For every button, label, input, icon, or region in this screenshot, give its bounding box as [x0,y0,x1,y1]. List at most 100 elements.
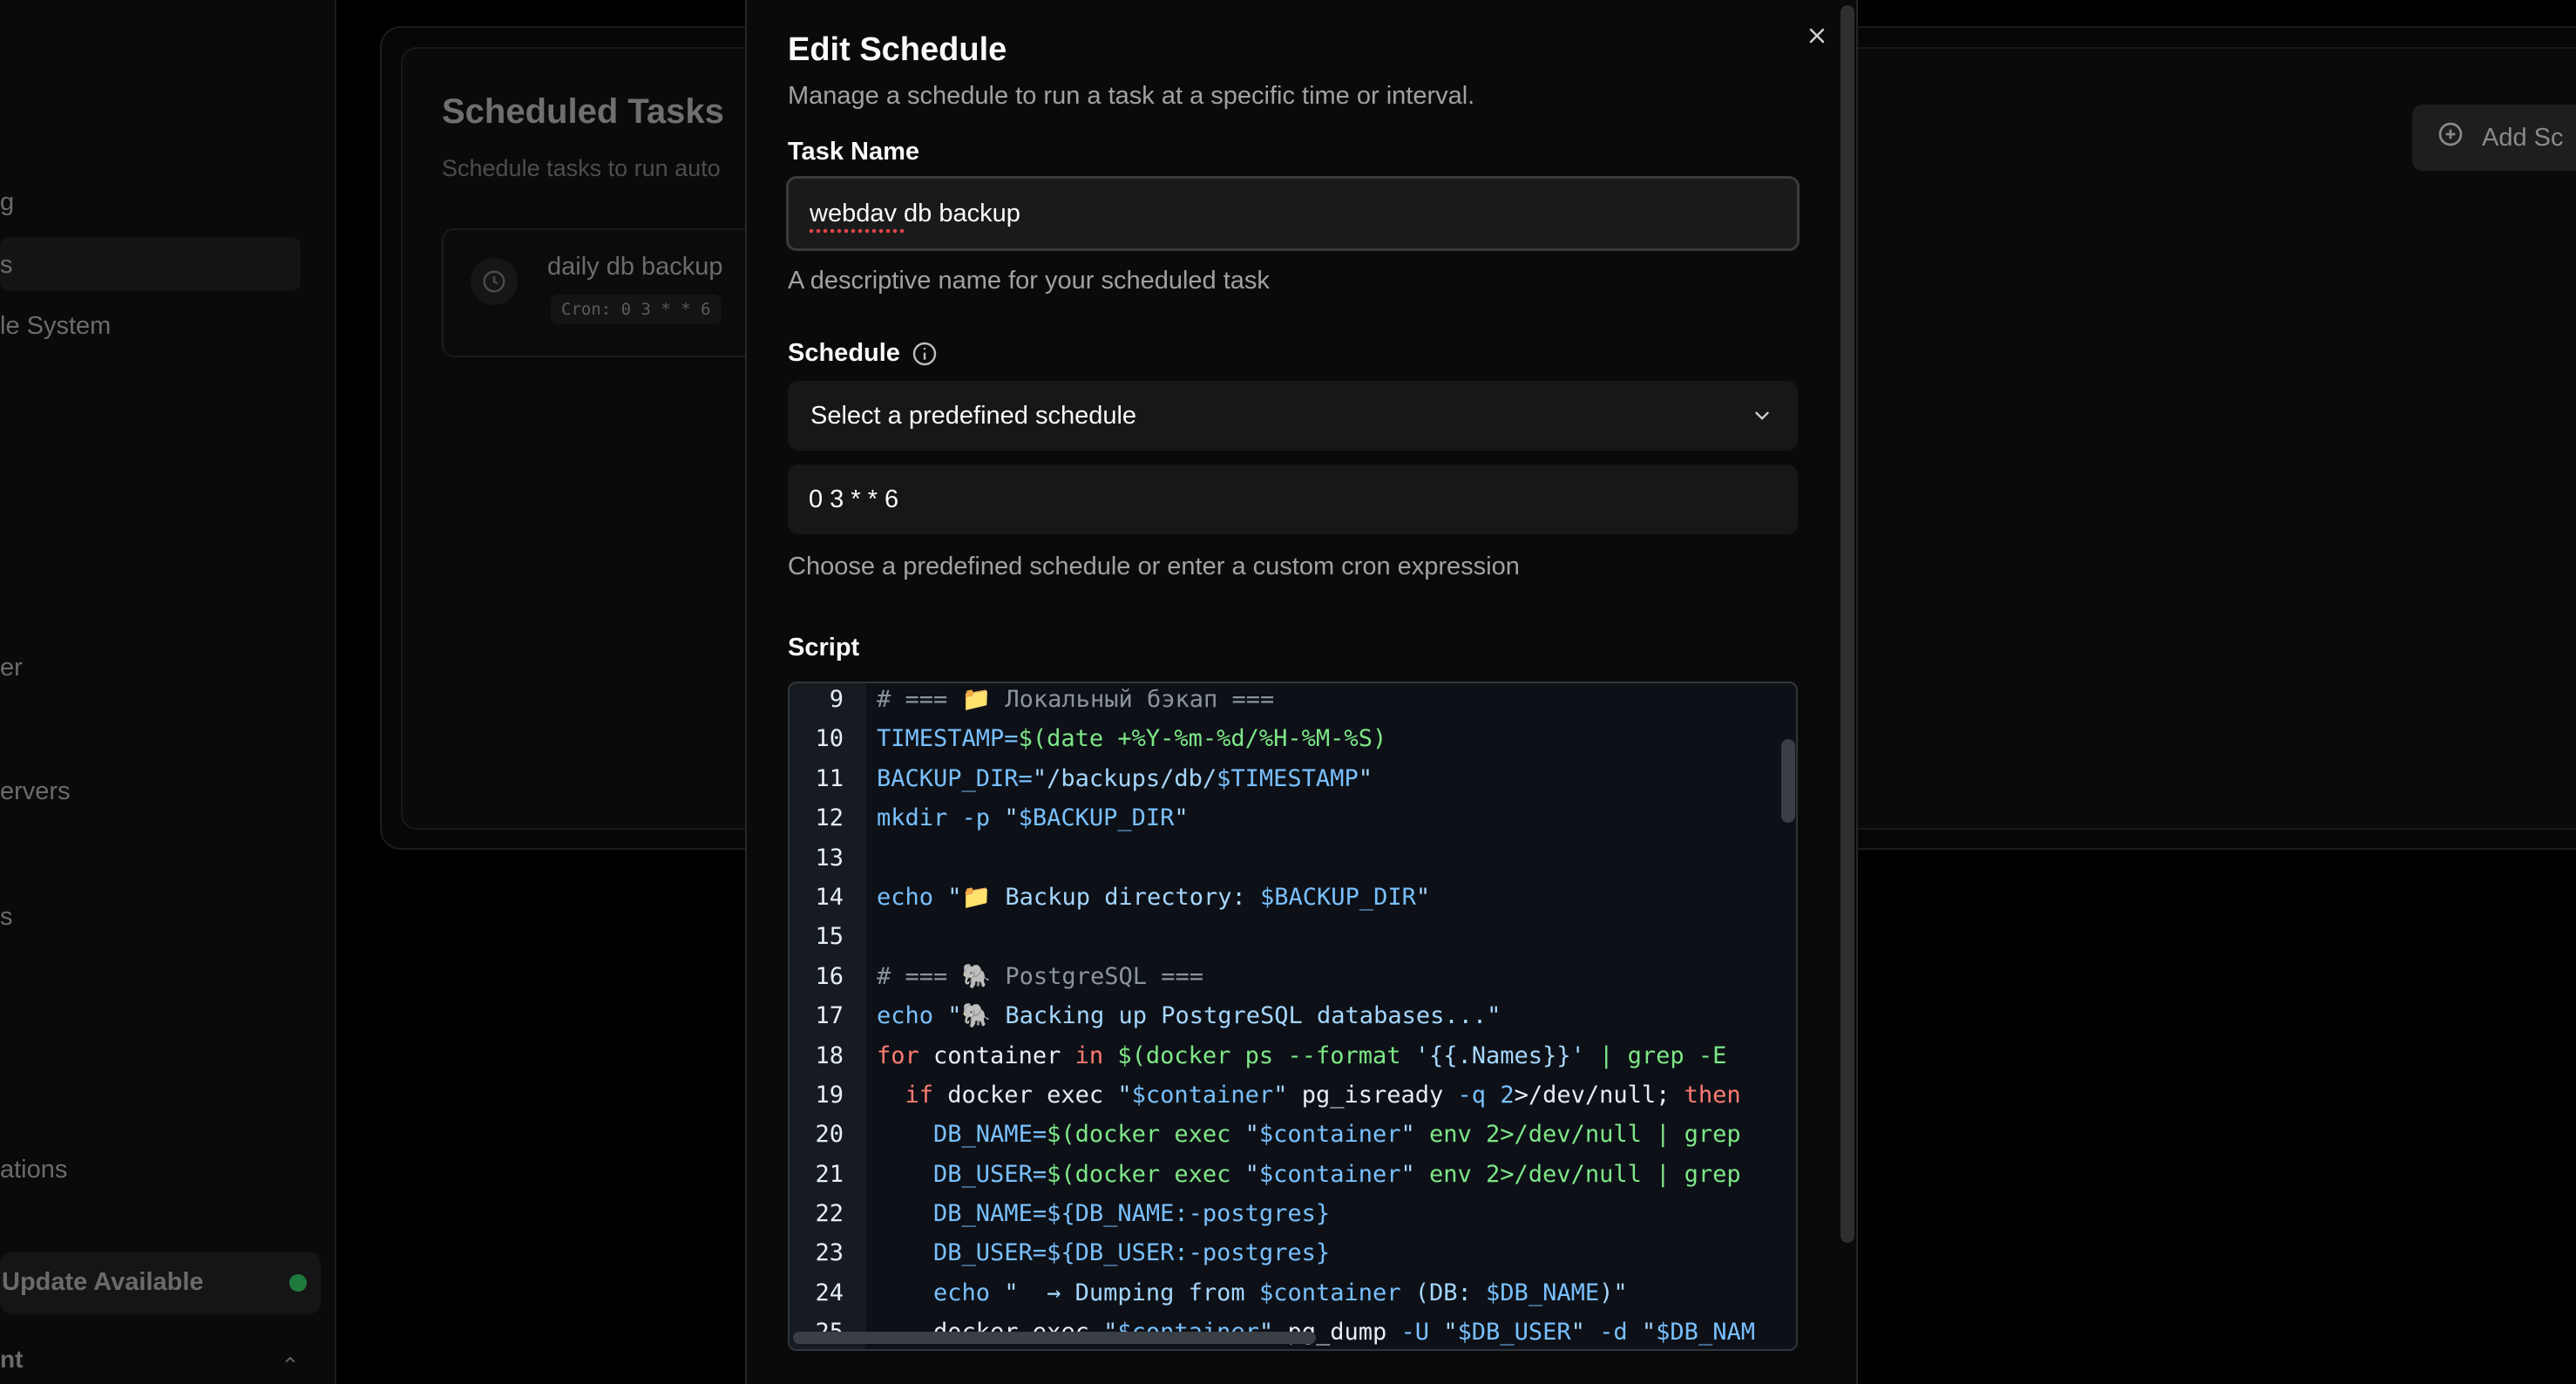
update-available-label: Update Available [2,1268,204,1296]
code-token: >/dev/null; [1514,1081,1685,1109]
modal-description: Manage a schedule to run a task at a spe… [788,82,1475,110]
sidebar-item[interactable]: s [0,903,13,932]
code-token: (DB: [1400,1279,1487,1306]
chevron-down-icon [1755,411,1769,420]
code-token: $TIMESTAMP [1217,764,1359,792]
line-number: 18 [815,1041,844,1069]
sidebar-item[interactable]: s [0,251,13,280]
spellcheck-underline [809,228,907,234]
code-line[interactable]: 23 DB_USER=${DB_USER:-postgres} [790,1233,1783,1272]
code-line[interactable]: 13 [790,838,1783,878]
add-schedule-button[interactable]: Add Sc [2412,105,2576,171]
code-token: DB_USER= [933,1160,1047,1188]
script-label: Script [788,634,860,661]
code-line[interactable]: 9 # === 📁 Локальный бэкап === [790,683,1783,719]
code-token: DB_NAME= [933,1121,1047,1149]
code-token: " [1358,764,1373,792]
line-number: 9 [829,686,844,713]
page-subtitle: Schedule tasks to run auto [442,155,721,181]
code-token: then [1684,1081,1741,1109]
code-token: " [1641,1319,1657,1347]
code-token: " [1117,1081,1132,1109]
predefined-schedule-value: Select a predefined schedule [810,401,1137,430]
modal-scrollbar-thumb[interactable] [1840,5,1854,1243]
editor-vertical-scrollbar[interactable] [1781,739,1795,823]
line-number: 24 [815,1279,844,1306]
cron-expression-input[interactable] [788,465,1798,534]
line-number: 19 [815,1081,844,1109]
line-number: 11 [815,764,844,792]
code-line[interactable]: 14 echo "📁 Backup directory: $BACKUP_DIR" [790,878,1783,917]
sidebar-item[interactable]: g [0,188,14,217]
code-line[interactable]: 21 DB_USER=$(docker exec "$container" en… [790,1155,1783,1194]
code-token: $(docker exec [1047,1121,1245,1149]
code-text: for container in $(docker ps --format '{… [877,1036,1726,1075]
code-line[interactable]: 19 if docker exec "$container" pg_isread… [790,1075,1783,1115]
line-number: 16 [815,962,844,990]
code-line[interactable]: 11 BACKUP_DIR="/backups/db/$TIMESTAMP" [790,759,1783,798]
account-label[interactable]: nt [0,1346,23,1374]
predefined-schedule-select[interactable]: Select a predefined schedule [788,381,1798,451]
code-token: $BACKUP_DIR [1260,883,1416,911]
page-title: Scheduled Tasks [442,92,724,131]
code-token: # === 📁 Локальный бэкап === [877,686,1275,713]
code-token: -U [1400,1319,1430,1347]
code-token: -p [961,804,991,832]
task-name-input[interactable] [786,176,1800,251]
code-token: echo [877,1002,934,1030]
code-text: DB_USER=${DB_USER:-postgres} [877,1233,1330,1272]
update-status-dot [289,1274,307,1292]
code-token: # === 🐘 PostgreSQL === [877,962,1203,990]
code-line[interactable]: 10 TIMESTAMP=$(date +%Y-%m-%d/%H-%M-%S) [790,719,1783,758]
sidebar-item[interactable]: ervers [0,777,71,806]
code-token: $(docker ps --format [1117,1041,1415,1069]
code-token: " [1443,1319,1458,1347]
sidebar-item[interactable]: er [0,654,23,682]
code-line[interactable]: 22 DB_NAME=${DB_NAME:-postgres} [790,1194,1783,1233]
code-token: BACKUP_DIR= [877,764,1033,792]
schedule-helper: Choose a predefined schedule or enter a … [788,553,1520,580]
script-editor[interactable]: 9 # === 📁 Локальный бэкап === 10 TIMESTAMP=… [788,682,1798,1351]
code-line[interactable]: 12 mkdir -p "$BACKUP_DIR" [790,798,1783,838]
task-card-name: daily db backup [547,253,723,281]
code-text: if docker exec "$container" pg_isready -… [877,1075,1741,1115]
code-token: " [1415,883,1431,911]
code-text: echo "🐘 Backing up PostgreSQL databases.… [877,996,1501,1035]
code-token: $DB_USER [1457,1319,1571,1347]
line-number: 12 [815,804,844,832]
code-token: DB_USER=${DB_USER:-postgres} [933,1239,1331,1267]
sidebar-active-highlight [0,237,301,291]
code-line[interactable]: 18 for container in $(docker ps --format … [790,1036,1783,1075]
code-token: mkdir [877,804,948,832]
code-token: " [1570,1319,1585,1347]
sidebar-item[interactable]: le System [0,312,111,341]
line-number: 20 [815,1121,844,1149]
code-token: " [1244,1160,1259,1188]
code-token: $BACKUP_DIR [1018,804,1175,832]
code-line[interactable]: 24 echo " → Dumping from $container (DB:… [790,1273,1783,1313]
script-code-lines[interactable]: 9 # === 📁 Локальный бэкап === 10 TIMESTAMP=… [790,683,1783,1349]
code-line[interactable]: 16 # === 🐘 PostgreSQL === [790,957,1783,996]
chevron-up-down-icon[interactable]: ⌃ [281,1353,300,1380]
sidebar-item[interactable]: ations [0,1156,67,1184]
close-button[interactable] [1802,21,1832,51]
info-icon[interactable] [911,340,939,372]
code-token: "🐘 Backing up PostgreSQL databases..." [947,1002,1502,1030]
code-line[interactable]: 17 echo "🐘 Backing up PostgreSQL database… [790,996,1783,1035]
code-token: TIMESTAMP= [877,725,1019,753]
editor-horizontal-scrollbar[interactable] [793,1332,1316,1344]
code-line[interactable]: 15 [790,917,1783,956]
code-text: BACKUP_DIR="/backups/db/$TIMESTAMP" [877,759,1373,798]
code-token: echo [877,883,934,911]
code-token: pg_isready [1287,1081,1458,1109]
code-token: '{{.Names}}' [1414,1041,1585,1069]
code-line[interactable]: 20 DB_NAME=$(docker exec "$container" en… [790,1115,1783,1154]
